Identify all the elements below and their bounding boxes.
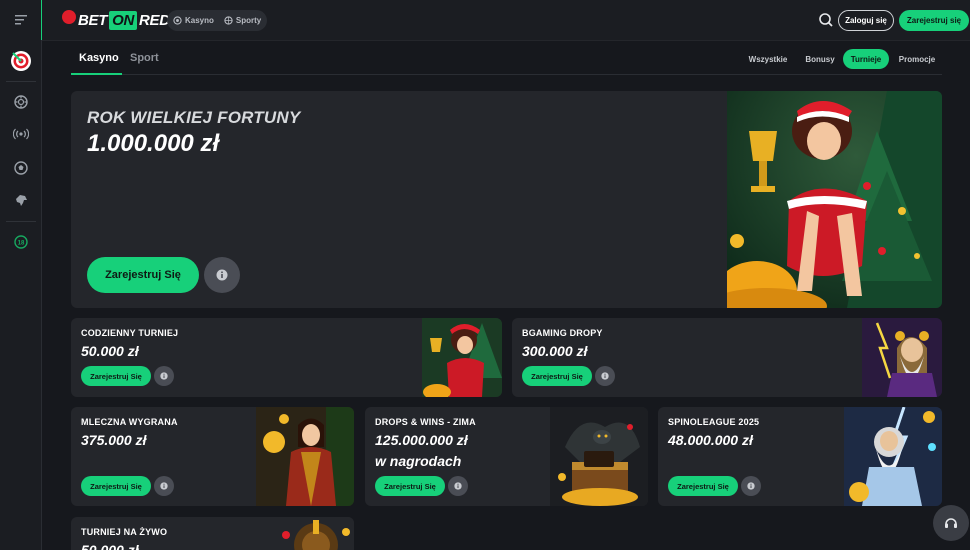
tab-kasyno[interactable]: Kasyno: [79, 52, 119, 64]
card-illustration: [844, 407, 942, 506]
card-amount: 375.000 zł: [81, 432, 147, 448]
tournament-card[interactable]: BGAMING DROPY 300.000 zł Zarejestruj Się: [512, 318, 942, 397]
info-icon[interactable]: [154, 366, 174, 386]
card-amount: 300.000 zł: [522, 343, 588, 359]
info-icon[interactable]: [741, 476, 761, 496]
top-bar: BET ON RED Kasyno Sporty Zaloguj się Zar…: [42, 0, 970, 41]
card-register-button[interactable]: Zarejestruj Się: [668, 476, 738, 496]
info-icon[interactable]: [204, 257, 240, 293]
hero-banner[interactable]: ROK WIELKIEJ FORTUNY 1.000.000 zł Zareje…: [71, 91, 942, 308]
card-amount-line2: w nagrodach: [375, 453, 462, 469]
responsible-gaming-icon[interactable]: 18: [0, 225, 41, 259]
info-icon[interactable]: [595, 366, 615, 386]
headset-icon: [945, 518, 957, 528]
hero-title: ROK WIELKIEJ FORTUNY: [87, 108, 301, 127]
hero-register-button[interactable]: Zarejestruj Się: [87, 257, 199, 293]
filter-turnieje[interactable]: Turnieje: [843, 49, 889, 69]
sidebar-rail: 18: [0, 0, 42, 550]
active-tab-indicator: [71, 73, 122, 75]
info-icon[interactable]: [154, 476, 174, 496]
card-illustration: [256, 407, 354, 506]
support-chat-button[interactable]: [933, 505, 969, 541]
card-illustration: [550, 407, 648, 506]
card-amount: 125.000.000 zł: [375, 432, 468, 448]
card-register-button[interactable]: Zarejestruj Się: [375, 476, 445, 496]
card-illustration: [422, 318, 502, 397]
brand-logo[interactable]: BET ON RED: [62, 10, 170, 30]
tournament-card[interactable]: CODZIENNY TURNIEJ 50.000 zł Zarejestruj …: [71, 318, 502, 397]
product-switch: Kasyno Sporty: [167, 10, 268, 31]
target-icon[interactable]: [0, 44, 41, 78]
tournament-card[interactable]: SPINOLEAGUE 2025 48.000.000 zł Zarejestr…: [658, 407, 942, 506]
register-button[interactable]: Zarejestruj się: [899, 10, 969, 31]
card-amount: 50.000 zł: [81, 542, 139, 550]
card-illustration: [862, 318, 942, 397]
card-title: SPINOLEAGUE 2025: [668, 417, 760, 427]
card-title: BGAMING DROPY: [522, 328, 603, 338]
casino-chip-icon: [173, 16, 182, 25]
tournament-card[interactable]: MLECZNA WYGRANA 375.000 zł Zarejestruj S…: [71, 407, 354, 506]
roulette-ball-icon: [62, 10, 76, 24]
card-amount: 48.000.000 zł: [668, 432, 753, 448]
filter-wszystkie[interactable]: Wszystkie: [743, 49, 793, 69]
ball-icon: [224, 16, 233, 25]
card-title: MLECZNA WYGRANA: [81, 417, 178, 427]
card-title: DROPS & WINS - ZIMA: [375, 417, 476, 427]
search-icon[interactable]: [818, 12, 834, 28]
tournament-card[interactable]: DROPS & WINS - ZIMA 125.000.000 zł w nag…: [365, 407, 648, 506]
filter-promocje[interactable]: Promocje: [893, 49, 941, 69]
svg-text:18: 18: [17, 241, 24, 247]
card-register-button[interactable]: Zarejestruj Się: [81, 476, 151, 496]
tournament-card[interactable]: TURNIEJ NA ŻYWO 50.000 zł: [71, 517, 354, 550]
switch-sporty[interactable]: Sporty: [224, 16, 261, 25]
switch-kasyno[interactable]: Kasyno: [173, 16, 214, 25]
info-icon[interactable]: [448, 476, 468, 496]
card-amount: 50.000 zł: [81, 343, 139, 359]
filter-bonusy[interactable]: Bonusy: [799, 49, 841, 69]
soccer-ball-icon[interactable]: [0, 151, 41, 185]
casino-chip-icon[interactable]: [0, 85, 41, 119]
card-register-button[interactable]: Zarejestruj Się: [522, 366, 592, 386]
card-register-button[interactable]: Zarejestruj Się: [81, 366, 151, 386]
menu-icon[interactable]: [0, 3, 41, 37]
tab-sport[interactable]: Sport: [130, 52, 159, 64]
login-button[interactable]: Zaloguj się: [838, 10, 894, 31]
sub-navigation: Kasyno Sport Wszystkie Bonusy Turnieje P…: [71, 41, 942, 75]
live-signal-icon[interactable]: [0, 117, 41, 151]
card-title: CODZIENNY TURNIEJ: [81, 328, 179, 338]
hero-amount: 1.000.000 zł: [87, 130, 220, 157]
horse-icon[interactable]: [0, 183, 41, 217]
hero-illustration: [727, 91, 942, 308]
card-illustration: [256, 517, 354, 550]
card-title: TURNIEJ NA ŻYWO: [81, 527, 168, 537]
